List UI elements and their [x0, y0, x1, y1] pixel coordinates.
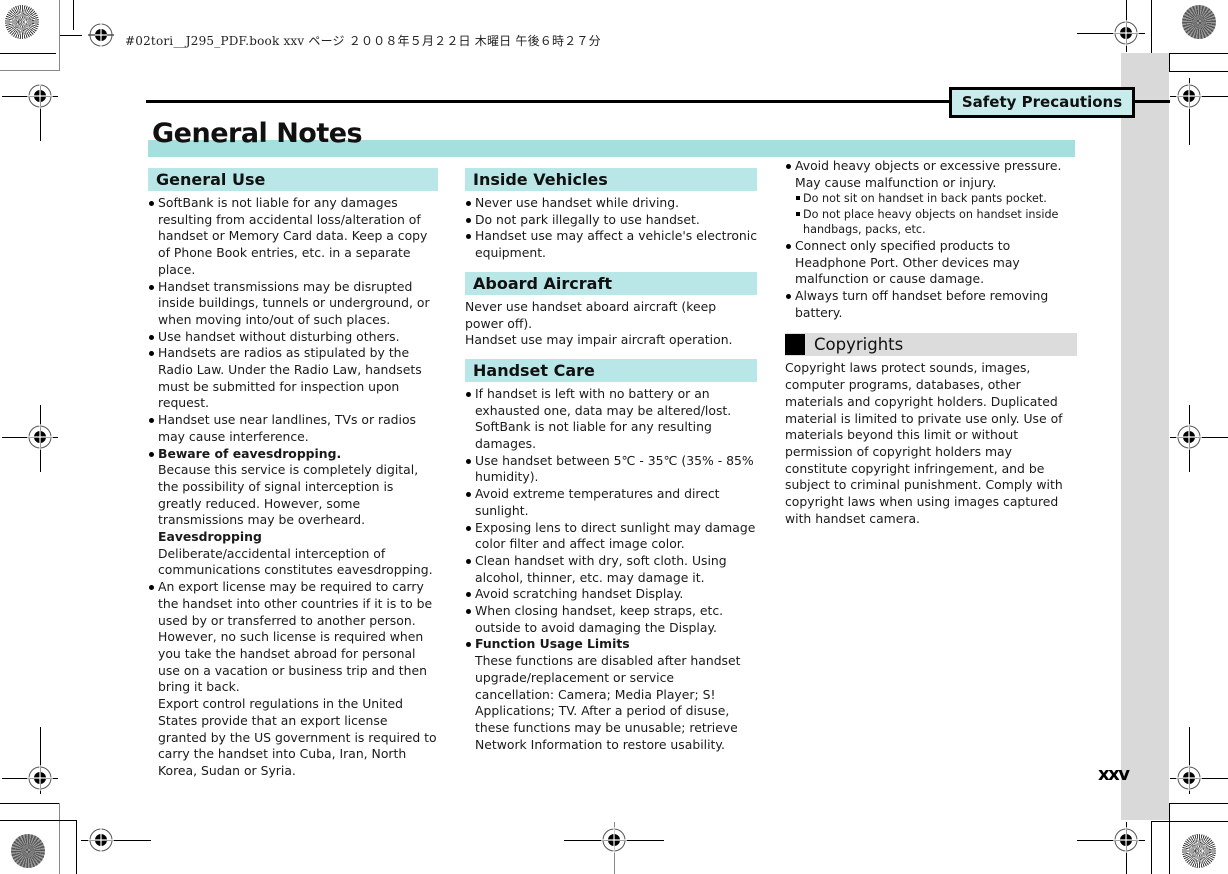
export-body-2: Export control regulations in the United…	[158, 696, 437, 778]
sub-list-item: Do not place heavy objects on handset in…	[795, 207, 1077, 238]
handset-care-continued-list: Avoid heavy objects or excessive pressur…	[785, 158, 1077, 321]
color-target-icon	[1182, 5, 1216, 39]
crop-line	[0, 53, 56, 54]
crop-line	[76, 820, 77, 874]
list-item: Use handset between 5℃ - 35℃ (35% - 85% …	[465, 453, 757, 486]
aircraft-line-1: Never use handset aboard aircraft (keep …	[465, 298, 717, 331]
list-item: Use handset without disturbing others.	[148, 329, 438, 346]
inside-vehicles-list: Never use handset while driving. Do not …	[465, 195, 757, 262]
list-item: Avoid scratching handset Display.	[465, 586, 757, 603]
color-target-icon	[5, 5, 39, 39]
copyrights-heading-label: Copyrights	[814, 335, 904, 355]
crop-line	[73, 0, 74, 30]
color-target-icon	[1182, 834, 1216, 868]
function-limits-body: These functions are disabled after hands…	[475, 653, 741, 752]
section-heading-aboard-aircraft: Aboard Aircraft	[465, 271, 757, 295]
margin-strip	[1121, 53, 1169, 820]
registration-mark-icon	[27, 424, 53, 450]
crop-line	[0, 820, 76, 821]
heading-block-icon	[785, 334, 805, 356]
eavesdrop-body: Because this service is completely digit…	[158, 462, 419, 528]
registration-mark-icon	[1113, 827, 1139, 853]
registration-mark-icon	[1176, 765, 1202, 791]
registration-mark-icon	[27, 83, 53, 109]
pressure-text: Avoid heavy objects or excessive pressur…	[795, 158, 1062, 190]
column-right: Avoid heavy objects or excessive pressur…	[785, 158, 1077, 527]
list-item-export: An export license may be required to car…	[148, 579, 438, 779]
registration-mark-icon	[88, 22, 114, 48]
registration-mark-icon	[1113, 20, 1139, 46]
list-item: Exposing lens to direct sunlight may dam…	[465, 520, 757, 553]
crop-line	[1151, 0, 1152, 53]
list-item: SoftBank is not liable for any damages r…	[148, 195, 438, 279]
column-middle: Inside Vehicles Never use handset while …	[465, 168, 757, 753]
crop-line	[1169, 803, 1170, 874]
registration-mark-icon	[27, 765, 53, 791]
list-item-pressure: Avoid heavy objects or excessive pressur…	[785, 158, 1077, 238]
print-header: #02tori__J295_PDF.book xxv ページ ２００８年５月２２…	[125, 34, 601, 48]
crop-line	[0, 803, 60, 804]
copyrights-body: Copyright laws protect sounds, images, c…	[785, 360, 1063, 526]
list-item: Clean handset with dry, soft cloth. Usin…	[465, 553, 757, 586]
crop-line	[59, 803, 60, 874]
handset-care-list: If handset is left with no battery or an…	[465, 386, 757, 753]
eavesdrop-title: Beware of eavesdropping.	[158, 445, 342, 461]
crop-line	[1169, 71, 1228, 72]
crop-line	[1169, 803, 1228, 804]
list-item: Avoid extreme temperatures and direct su…	[465, 486, 757, 519]
list-item-function-limits: Function Usage Limits These functions ar…	[465, 636, 757, 753]
registration-mark-icon	[1176, 424, 1202, 450]
list-item: Handset use near landlines, TVs or radio…	[148, 412, 438, 445]
section-heading-copyrights: Copyrights	[785, 333, 1077, 357]
function-limits-title: Function Usage Limits	[475, 636, 630, 652]
registration-mark-icon	[601, 827, 627, 853]
section-heading-handset-care: Handset Care	[465, 358, 757, 382]
list-item: Always turn off handset before removing …	[785, 288, 1077, 321]
list-item: Handset use may affect a vehicle's elect…	[465, 228, 757, 261]
list-item: If handset is left with no battery or an…	[465, 386, 757, 453]
list-item: Do not park illegally to use handset.	[465, 212, 757, 229]
chapter-tab: Safety Precautions	[949, 87, 1135, 118]
registration-mark-icon	[88, 827, 114, 853]
section-heading-inside-vehicles: Inside Vehicles	[465, 168, 757, 191]
general-use-list: SoftBank is not liable for any damages r…	[148, 195, 438, 780]
list-item: Connect only specified products to Headp…	[785, 238, 1077, 288]
crop-line	[1169, 53, 1170, 71]
eavesdrop-term: Eavesdropping	[158, 529, 262, 545]
sub-list-item: Do not sit on handset in back pants pock…	[795, 191, 1077, 207]
page-title: General Notes	[152, 118, 363, 149]
crop-line	[1151, 821, 1152, 874]
list-item: Handsets are radios as stipulated by the…	[148, 345, 438, 412]
list-item: When closing handset, keep straps, etc. …	[465, 603, 757, 636]
export-body-1: An export license may be required to car…	[158, 579, 433, 695]
registration-mark-icon	[1176, 83, 1202, 109]
section-heading-general-use: General Use	[148, 168, 438, 191]
list-item: Handset transmissions may be disrupted i…	[148, 279, 438, 329]
list-item-eavesdropping: Beware of eavesdropping. Because this se…	[148, 446, 438, 580]
crop-line	[1151, 821, 1228, 822]
column-left: General Use SoftBank is not liable for a…	[148, 168, 438, 780]
list-item: Never use handset while driving.	[465, 195, 757, 212]
crop-line	[60, 35, 82, 36]
page-number: xxv	[1098, 764, 1130, 785]
eavesdrop-definition: Deliberate/accidental interception of co…	[158, 545, 433, 578]
pressure-sublist: Do not sit on handset in back pants pock…	[795, 191, 1077, 238]
color-target-icon	[11, 834, 45, 868]
crop-line	[0, 70, 60, 71]
aircraft-line-2: Handset use may impair aircraft operatio…	[465, 332, 733, 348]
